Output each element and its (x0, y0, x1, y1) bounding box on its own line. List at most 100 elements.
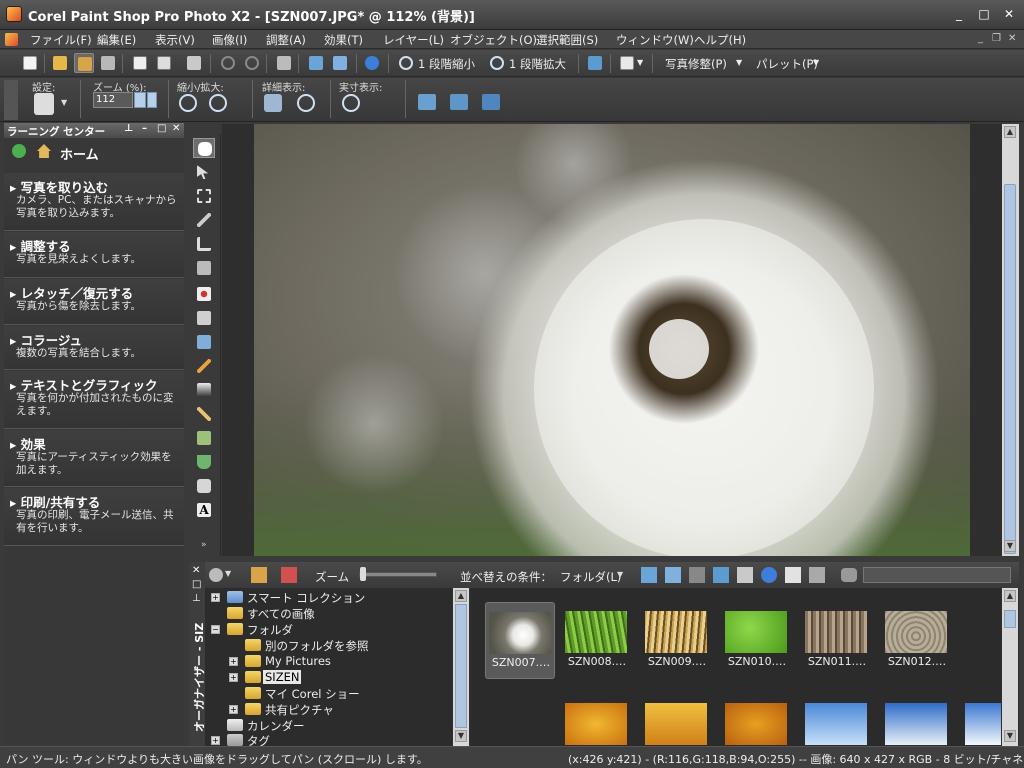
crop-tool[interactable] (193, 234, 215, 254)
clone-tool[interactable] (193, 332, 215, 352)
panel-float-icon[interactable]: □ (157, 123, 166, 134)
organizer-options-gear-icon[interactable] (209, 568, 223, 582)
section-text-graphics[interactable]: ▸ テキストとグラフィック 写真を何かが付加されたものに変えます。 (4, 371, 184, 429)
home-label[interactable]: ホーム (60, 144, 99, 163)
menu-selections[interactable]: 選択範囲(S) (536, 32, 598, 48)
menu-image[interactable]: 画像(I) (212, 32, 247, 48)
menu-help[interactable]: ヘルプ(H) (694, 32, 746, 48)
fit-image-icon[interactable] (418, 94, 436, 110)
actual-size-icon[interactable] (342, 94, 360, 112)
tree-folders[interactable]: フォルダ (247, 622, 293, 638)
tool-options-grip[interactable] (4, 80, 18, 120)
crop-to-new-button[interactable] (274, 53, 294, 73)
tree-scrollbar[interactable]: ▲ ▼ (453, 588, 469, 746)
expand-my-pictures[interactable]: + (229, 657, 238, 666)
zoom-in-label[interactable]: 1 段階拡大 (509, 56, 566, 72)
thumbnail-row2-4[interactable] (799, 694, 871, 746)
organizer-close-icon[interactable]: ✕ (192, 565, 200, 576)
text-tool[interactable]: A (193, 500, 215, 520)
fit-window-button[interactable] (585, 53, 605, 73)
collapse-folders[interactable]: − (211, 625, 220, 634)
mdi-minimize-button[interactable]: _ (978, 33, 983, 44)
organizer-float-icon[interactable]: □ (192, 579, 201, 590)
fill-tool[interactable] (193, 452, 215, 472)
mdi-close-button[interactable]: ✕ (1008, 33, 1016, 44)
canvas-vertical-scrollbar[interactable]: ▲ ▼ (1002, 124, 1019, 556)
straighten-tool[interactable] (193, 258, 215, 278)
menu-objects[interactable]: オブジェクト(O) (450, 32, 537, 48)
info-button[interactable] (362, 53, 382, 73)
thumbnail-scrollbar[interactable]: ▲ ▼ (1002, 588, 1018, 746)
email-icon[interactable] (785, 567, 801, 583)
tree-my-pictures[interactable]: My Pictures (265, 654, 331, 668)
expand-smart-collections[interactable]: + (211, 593, 220, 602)
pan-preset-icon[interactable] (34, 93, 54, 115)
lighten-darken-tool[interactable] (193, 380, 215, 400)
makeover-tool[interactable] (193, 308, 215, 328)
slideshow-icon[interactable] (689, 567, 705, 583)
save-as-button[interactable] (154, 53, 174, 73)
print-button[interactable] (184, 53, 204, 73)
detail-view-icon[interactable] (264, 94, 282, 112)
palette-dropdown-arrow[interactable]: ▼ (813, 58, 819, 67)
eraser-tool[interactable] (193, 476, 215, 496)
sort-by-select[interactable]: フォルダ(L) (560, 569, 621, 585)
pick-tool[interactable] (193, 162, 215, 182)
selection-tool[interactable] (193, 186, 215, 206)
tree-shared-pictures[interactable]: 共有ピクチャ (265, 702, 334, 718)
view-mode-icon[interactable] (641, 567, 657, 583)
zoom-in-button[interactable] (487, 53, 507, 73)
organizer-pin-icon[interactable]: ⊥ (192, 593, 201, 604)
scroll-down-arrow[interactable]: ▼ (1004, 540, 1016, 552)
share-icon[interactable] (809, 567, 825, 583)
tree-browse-other[interactable]: 別のフォルダを参照 (265, 638, 369, 654)
thumbnail-szn007-selected[interactable]: SZN007.… (485, 602, 555, 679)
thumbnail-row2-3[interactable] (719, 694, 791, 746)
organizer-delete-icon[interactable] (281, 567, 297, 583)
menu-effects[interactable]: 効果(T) (324, 32, 363, 48)
mdi-restore-button[interactable]: ❐ (992, 33, 1001, 44)
photo-fix-icon[interactable] (713, 567, 729, 583)
gallery-button[interactable] (306, 53, 326, 73)
zoom-out-button[interactable] (396, 53, 416, 73)
menu-edit[interactable]: 編集(E) (97, 32, 136, 48)
panel-pin-icon[interactable]: ⊥ (124, 123, 133, 134)
select-images-icon[interactable] (665, 567, 681, 583)
palette-menu[interactable]: パレット(P) (756, 56, 818, 72)
tree-scroll-thumb[interactable] (455, 604, 467, 728)
home-icon[interactable] (37, 144, 51, 158)
tree-calendar[interactable]: カレンダー (247, 718, 305, 734)
thumbnail-row2-1[interactable] (559, 694, 631, 746)
preset-dropdown-arrow[interactable]: ▼ (61, 98, 67, 107)
print-small-icon[interactable] (737, 567, 753, 583)
effect-tool[interactable] (193, 428, 215, 448)
red-eye-tool[interactable] (193, 284, 215, 304)
pan-tool[interactable] (193, 138, 215, 158)
tree-smart-collections[interactable]: スマート コレクション (247, 590, 365, 606)
sort-dropdown-arrow[interactable]: ▼ (617, 570, 623, 579)
section-import[interactable]: ▸ 写真を取り込む カメラ、PC、またはスキャナから写真を取り込みます。 (4, 173, 184, 231)
copy-button[interactable] (617, 53, 637, 73)
organizer-search-input[interactable] (863, 567, 1011, 583)
scroll-up-arrow[interactable]: ▲ (1004, 126, 1016, 138)
menu-window[interactable]: ウィンドウ(W) (616, 32, 694, 48)
dandelion-photo[interactable] (254, 124, 970, 556)
scratch-remover-tool[interactable] (193, 404, 215, 424)
paint-brush-tool[interactable] (193, 356, 215, 376)
close-button[interactable]: ✕ (998, 5, 1020, 23)
zoom-dropdown[interactable] (147, 92, 157, 108)
fit-window-small-icon[interactable] (450, 94, 468, 110)
image-window[interactable] (222, 124, 1002, 556)
zoom-in-small-icon[interactable] (209, 94, 227, 112)
menu-adjust[interactable]: 調整(A) (266, 32, 306, 48)
thumbnail-row2-6[interactable] (959, 694, 1001, 746)
photo-canvas[interactable] (254, 124, 970, 556)
expand-shared-pictures[interactable]: + (229, 705, 238, 714)
tree-corel-show[interactable]: マイ Corel ショー (265, 686, 360, 702)
menu-layers[interactable]: レイヤー(L) (383, 32, 444, 48)
tree-scroll-up-arrow[interactable]: ▲ (455, 590, 467, 602)
thumbnail-row2-5[interactable] (879, 694, 951, 746)
thumb-scroll-down-arrow[interactable]: ▼ (1004, 730, 1016, 742)
zoom-slider-track[interactable] (359, 572, 437, 577)
copy-dropdown-arrow[interactable]: ▼ (637, 58, 643, 67)
